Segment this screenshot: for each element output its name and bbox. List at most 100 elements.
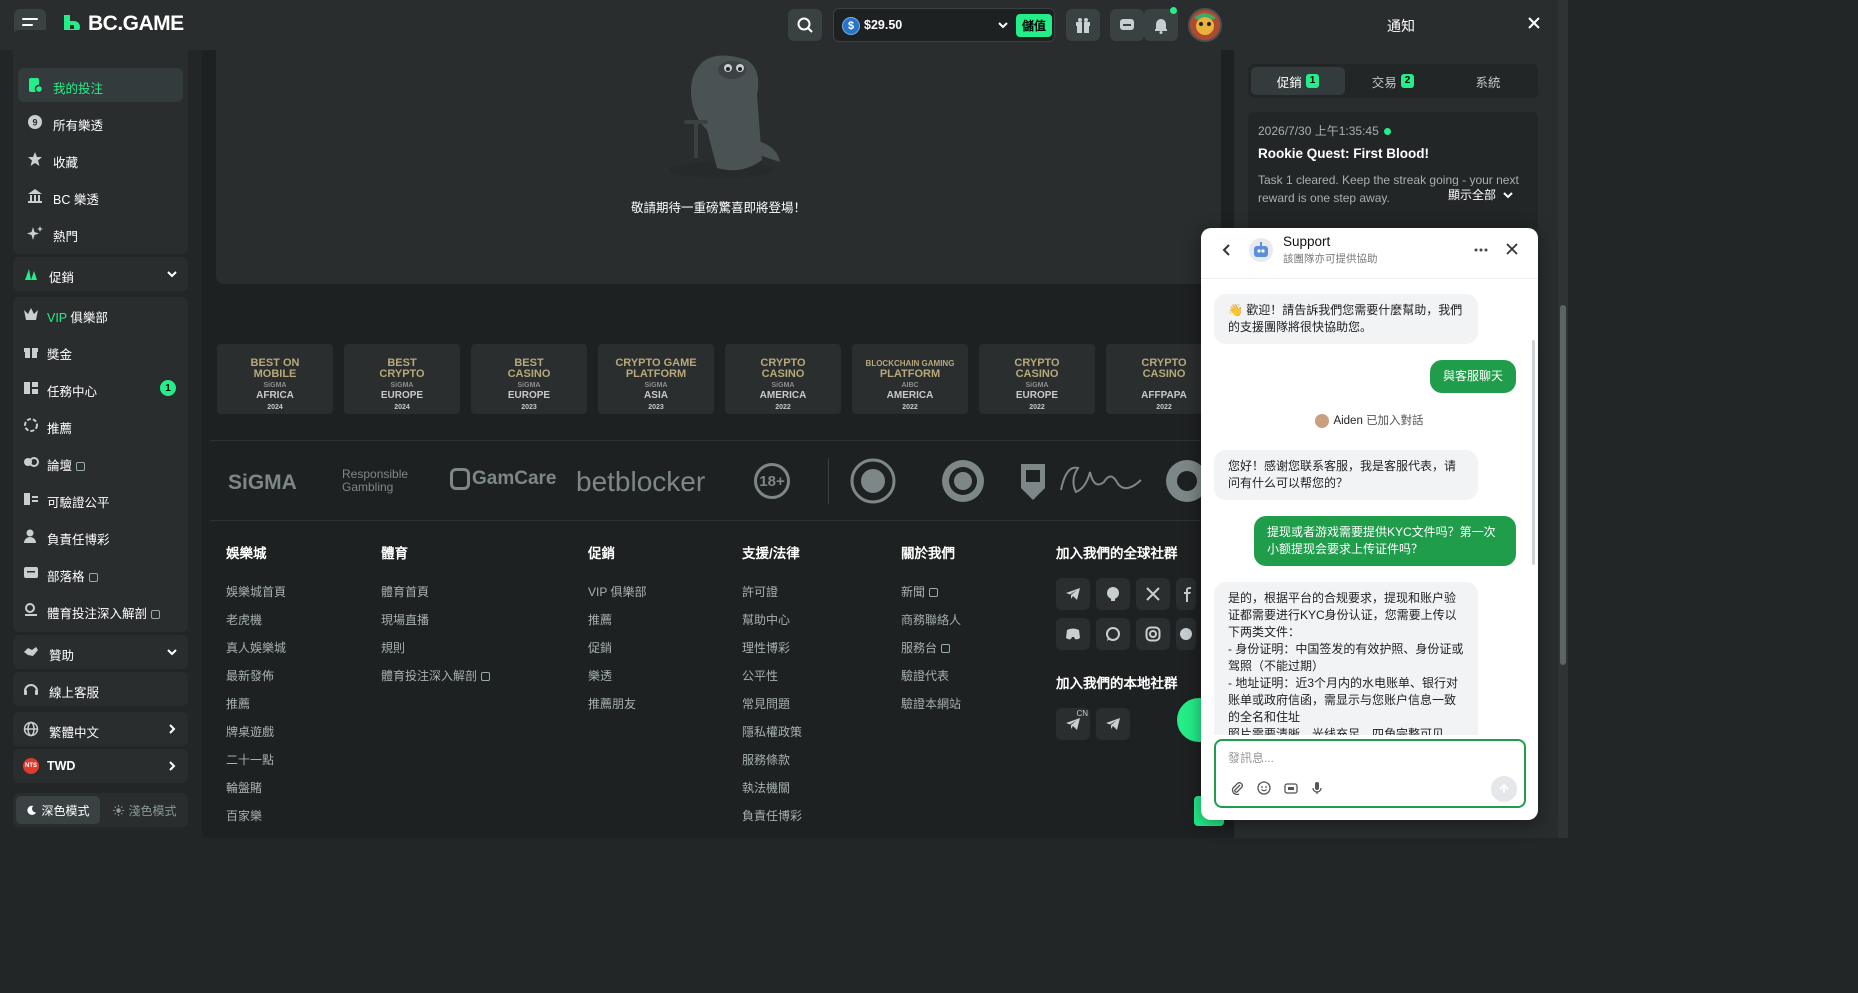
award-badge[interactable]: BEST CASINO SiGMA EUROPE 2023 (471, 344, 587, 414)
chat-scrollbar[interactable] (1532, 340, 1535, 565)
sidebar-item-promotions[interactable]: 促銷 (13, 257, 188, 291)
sidebar-item-my-bets[interactable]: 我的投注 (18, 68, 183, 102)
footer-link[interactable]: 推薦朋友 (588, 690, 748, 718)
leicester-city-crest-icon[interactable] (850, 458, 896, 504)
footer-link[interactable]: 二十一點 (226, 746, 386, 774)
gamcare-logo[interactable]: GamCare (450, 468, 557, 490)
sidebar-sponsor-group[interactable]: 贊助 (13, 635, 188, 669)
sidebar-item-all-lotteries[interactable]: 9 所有樂透 (13, 105, 188, 139)
sidebar-currency-group[interactable]: NTS TWD (13, 749, 188, 783)
club-crest-icon[interactable] (1018, 458, 1048, 504)
jason-derulo-signature-icon[interactable] (1056, 460, 1146, 502)
footer-link[interactable]: VIP 俱樂部 (588, 578, 748, 606)
wallet-selector[interactable]: $ $29.50 儲值 (833, 8, 1055, 42)
sidebar-item-hot[interactable]: 熱門 (13, 216, 188, 250)
footer-link[interactable]: 輪盤賭 (226, 774, 386, 802)
award-badge[interactable]: BEST ON MOBILE SiGMA AFRICA 2024 (217, 344, 333, 414)
sidebar-item-responsible-gambling[interactable]: 負責任博彩 (13, 519, 188, 553)
award-badge[interactable]: CRYPTO GAME PLATFORM SiGMA ASIA 2023 (598, 344, 714, 414)
footer-link[interactable]: 樂透 (588, 662, 748, 690)
sidebar-item-task-center[interactable]: 任務中心 1 (13, 371, 188, 405)
footer-link[interactable]: 新聞 (901, 578, 1061, 606)
chevron-down-icon[interactable] (166, 646, 178, 658)
microphone-icon[interactable] (1311, 781, 1323, 795)
footer-link[interactable]: 執法機關 (742, 774, 902, 802)
sidebar-language-group[interactable]: 繁體中文 (13, 712, 188, 746)
footer-link[interactable]: 最新發佈 (226, 662, 386, 690)
x-twitter-button[interactable] (1136, 578, 1170, 610)
chevron-left-icon[interactable] (1221, 243, 1233, 257)
footer-link[interactable]: 娛樂城首頁 (226, 578, 386, 606)
sidebar-item-favorites[interactable]: 收藏 (13, 142, 188, 176)
facebook-button[interactable] (1176, 578, 1196, 610)
inter-miami-crest-icon[interactable] (940, 458, 986, 504)
footer-link[interactable]: 服務台 (901, 634, 1061, 662)
dark-mode-button[interactable]: 深色模式 (16, 796, 100, 824)
award-badge[interactable]: CRYPTO CASINO SiGMA EUROPE 2022 (979, 344, 1095, 414)
footer-link[interactable]: 許可證 (742, 578, 902, 606)
discord-button[interactable] (1056, 618, 1090, 650)
footer-link[interactable]: 公平性 (742, 662, 902, 690)
emoji-icon[interactable] (1257, 781, 1271, 795)
tab-transactions[interactable]: 交易 2 (1346, 67, 1440, 95)
chevron-down-icon[interactable] (997, 19, 1009, 31)
betblocker-logo[interactable]: betblocker (576, 466, 705, 498)
footer-link[interactable]: 牌桌遊戲 (226, 718, 386, 746)
github-button[interactable] (1096, 578, 1130, 610)
sidebar-promo-group[interactable]: 促銷 (13, 257, 188, 291)
sidebar-item-bc-lottery[interactable]: BC 樂透 (13, 179, 188, 213)
tab-promotions[interactable]: 促銷 1 (1251, 67, 1345, 95)
chevron-down-icon[interactable] (166, 268, 178, 280)
close-icon[interactable] (1526, 15, 1542, 31)
footer-link[interactable]: 促銷 (588, 634, 748, 662)
deposit-button[interactable]: 儲值 (1016, 14, 1052, 37)
chevron-right-icon[interactable] (166, 723, 178, 735)
responsible-gambling-logo[interactable]: Responsible Gambling (342, 468, 408, 494)
sidebar-item-referral[interactable]: 推薦 (13, 408, 188, 442)
age-18-plus-badge[interactable]: 18+ (754, 463, 790, 499)
search-button[interactable] (788, 9, 822, 41)
sidebar-item-live-support[interactable]: 線上客服 (13, 672, 188, 706)
footer-link[interactable]: 百家樂 (226, 802, 386, 830)
footer-link[interactable]: 常見問題 (742, 690, 902, 718)
sidebar-item-forum[interactable]: 論壇 (13, 445, 188, 479)
sidebar-item-vip-club[interactable]: VIP 俱樂部 (13, 297, 188, 331)
chevron-right-icon[interactable] (166, 760, 178, 772)
notification-card[interactable]: 2026/7/30 上午1:35:45 Rookie Quest: First … (1248, 112, 1538, 232)
footer-link[interactable]: 服務條款 (742, 746, 902, 774)
footer-link[interactable]: 規則 (381, 634, 541, 662)
sidebar-item-blog[interactable]: 部落格 (13, 556, 188, 590)
footer-link[interactable]: 老虎機 (226, 606, 386, 634)
tab-system[interactable]: 系統 (1441, 67, 1535, 95)
page-scrollbar[interactable] (1558, 0, 1568, 838)
currency-selector[interactable]: NTS TWD (13, 749, 188, 783)
footer-link[interactable]: 推薦 (226, 690, 386, 718)
sidebar-item-bonus[interactable]: 獎金 (13, 334, 188, 368)
community-button[interactable] (1176, 618, 1196, 650)
language-selector[interactable]: 繁體中文 (13, 712, 188, 746)
award-badge[interactable]: CRYPTO CASINO SiGMA AMERICA 2022 (725, 344, 841, 414)
footer-link[interactable]: 商務聯絡人 (901, 606, 1061, 634)
telegram-cn-button[interactable]: CN (1056, 708, 1090, 740)
sidebar-item-provably-fair[interactable]: 可驗證公平 (13, 482, 188, 516)
sidebar-support-group[interactable]: 線上客服 (13, 672, 188, 706)
message-input[interactable] (1228, 751, 1508, 765)
footer-link[interactable]: 理性博彩 (742, 634, 902, 662)
footer-link[interactable]: 驗證代表 (901, 662, 1061, 690)
award-badge[interactable]: BLOCKCHAIN GAMING PLATFORM AIBC AMERICA 2022 (852, 344, 968, 414)
paperclip-icon[interactable] (1230, 781, 1244, 795)
footer-link[interactable]: 體育首頁 (381, 578, 541, 606)
show-all-button[interactable]: 顯示全部 (1444, 186, 1519, 203)
footer-link[interactable]: 幫助中心 (742, 606, 902, 634)
footer-link[interactable]: 推薦 (588, 606, 748, 634)
telegram-local-button[interactable] (1096, 708, 1130, 740)
close-icon[interactable] (1505, 242, 1519, 256)
footer-link[interactable]: 體育投注深入解剖 (381, 662, 541, 690)
send-button[interactable] (1491, 776, 1517, 802)
footer-link[interactable]: 現場直播 (381, 606, 541, 634)
instagram-button[interactable] (1136, 618, 1170, 650)
telegram-button[interactable] (1056, 578, 1090, 610)
footer-link[interactable]: 負責任博彩 (742, 802, 902, 830)
scrollbar-thumb[interactable] (1560, 305, 1566, 665)
light-mode-button[interactable]: 淺色模式 (105, 796, 185, 824)
